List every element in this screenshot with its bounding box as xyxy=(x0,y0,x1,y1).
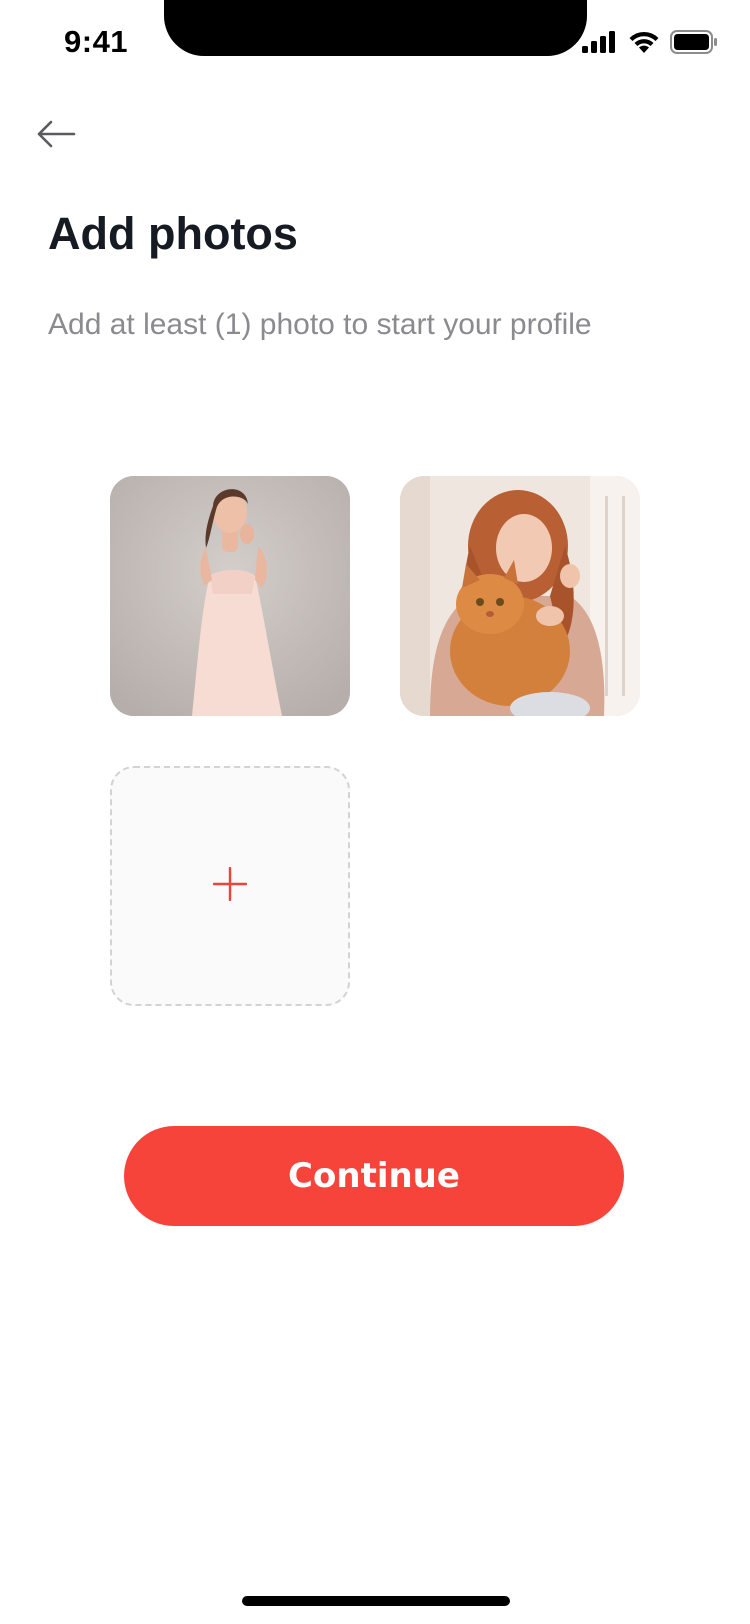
battery-icon xyxy=(670,30,718,59)
status-icons xyxy=(582,30,718,59)
photo-tile[interactable] xyxy=(110,476,350,716)
page-subtitle: Add at least (1) photo to start your pro… xyxy=(48,308,592,341)
arrow-left-icon xyxy=(36,119,76,154)
plus-icon xyxy=(212,866,248,906)
home-indicator xyxy=(242,1596,510,1606)
photo-woman-with-cat xyxy=(400,476,640,716)
photo-woman-in-dress xyxy=(110,476,350,716)
add-photo-button[interactable] xyxy=(110,766,350,1006)
wifi-icon xyxy=(628,30,660,59)
continue-button[interactable]: Continue xyxy=(124,1126,624,1226)
device-notch xyxy=(164,0,587,56)
signal-icon xyxy=(582,31,618,58)
back-button[interactable] xyxy=(34,114,78,158)
page-title: Add photos xyxy=(48,208,298,259)
status-bar: 9:41 xyxy=(0,0,750,90)
status-time: 9:41 xyxy=(64,24,129,59)
photo-tile[interactable] xyxy=(400,476,640,716)
